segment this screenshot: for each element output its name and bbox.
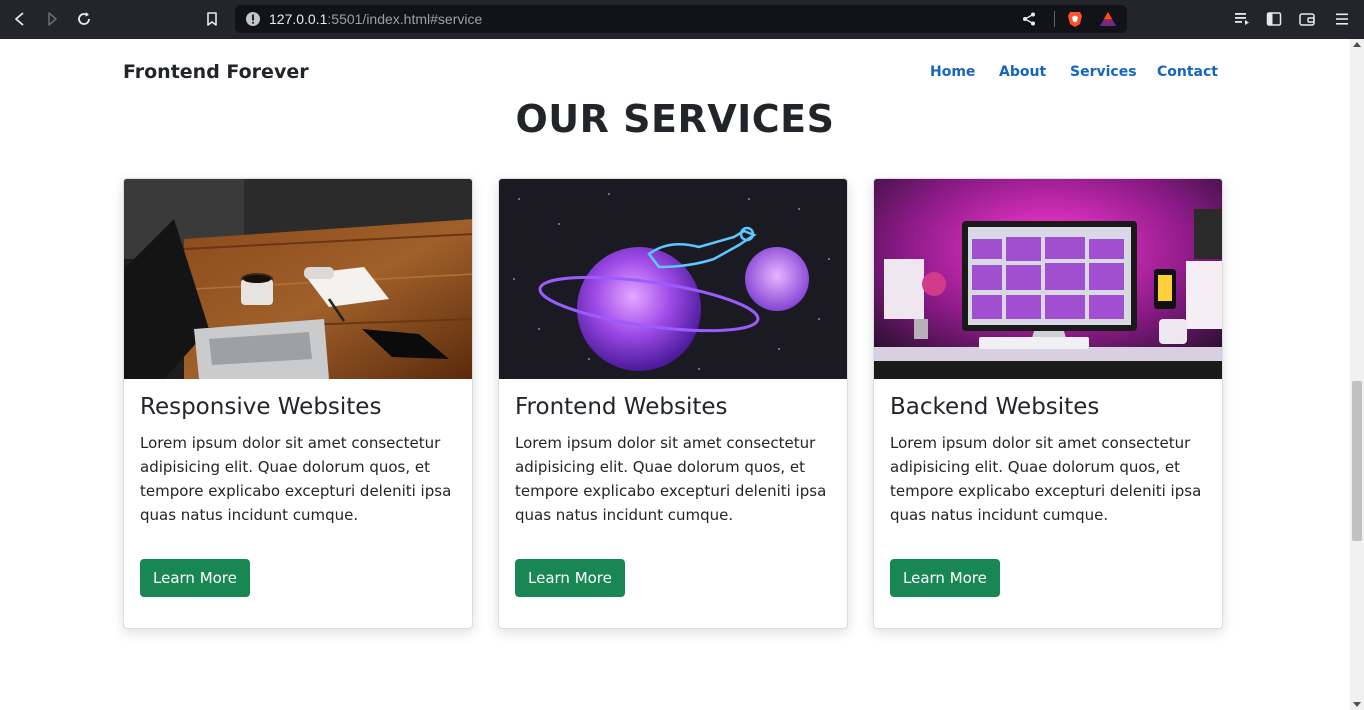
service-card: Responsive Websites Lorem ipsum dolor si… bbox=[123, 178, 473, 629]
bookmark-icon[interactable] bbox=[201, 8, 223, 30]
learn-more-button[interactable]: Learn More bbox=[890, 559, 1000, 597]
card-image-laptop-desk bbox=[124, 179, 472, 379]
address-bar[interactable]: 127.0.0.1:5501/index.html#service bbox=[235, 5, 1127, 33]
scroll-up-icon[interactable] bbox=[1353, 42, 1361, 47]
nav-link-about[interactable]: About bbox=[999, 64, 1046, 80]
back-icon[interactable] bbox=[9, 8, 31, 30]
brave-rewards-icon[interactable] bbox=[1099, 10, 1117, 28]
page-scrollbar[interactable] bbox=[1350, 39, 1364, 710]
service-card: Frontend Websites Lorem ipsum dolor sit … bbox=[498, 178, 848, 629]
reload-icon[interactable] bbox=[73, 8, 95, 30]
card-description: Lorem ipsum dolor sit amet consectetur a… bbox=[890, 434, 1202, 524]
browser-toolbar: 127.0.0.1:5501/index.html#service bbox=[0, 0, 1364, 39]
forward-icon[interactable] bbox=[41, 8, 63, 30]
wallet-icon[interactable] bbox=[1298, 10, 1316, 28]
card-description: Lorem ipsum dolor sit amet consectetur a… bbox=[515, 434, 827, 524]
learn-more-button[interactable]: Learn More bbox=[515, 559, 625, 597]
sidebar-icon[interactable] bbox=[1265, 10, 1283, 28]
service-card: Backend Websites Lorem ipsum dolor sit a… bbox=[873, 178, 1223, 629]
nav-link-contact[interactable]: Contact bbox=[1157, 64, 1218, 80]
brave-shields-icon[interactable] bbox=[1066, 10, 1084, 28]
card-title: Backend Websites bbox=[890, 394, 1100, 420]
site-info-icon[interactable] bbox=[245, 11, 261, 27]
card-title: Responsive Websites bbox=[140, 394, 382, 420]
scroll-down-icon[interactable] bbox=[1353, 702, 1361, 707]
scrollbar-thumb[interactable] bbox=[1352, 381, 1362, 541]
site-brand[interactable]: Frontend Forever bbox=[123, 61, 309, 83]
address-bar-divider bbox=[1054, 11, 1055, 27]
url-path: :5501/index.html#service bbox=[327, 11, 483, 27]
section-title: OUR SERVICES bbox=[515, 97, 835, 141]
page-viewport: Frontend Forever Home About Services Con… bbox=[0, 39, 1350, 710]
share-icon[interactable] bbox=[1021, 11, 1037, 27]
url-host: 127.0.0.1 bbox=[269, 11, 328, 27]
menu-icon[interactable] bbox=[1333, 10, 1351, 28]
nav-link-services[interactable]: Services bbox=[1070, 64, 1137, 80]
playlist-icon[interactable] bbox=[1233, 10, 1251, 28]
card-title: Frontend Websites bbox=[515, 394, 728, 420]
card-description: Lorem ipsum dolor sit amet consectetur a… bbox=[140, 434, 452, 524]
learn-more-button[interactable]: Learn More bbox=[140, 559, 250, 597]
nav-link-home[interactable]: Home bbox=[930, 64, 975, 80]
card-image-pink-desktop bbox=[874, 179, 1222, 379]
card-image-neon-planet bbox=[499, 179, 847, 379]
url-text: 127.0.0.1:5501/index.html#service bbox=[269, 11, 482, 27]
